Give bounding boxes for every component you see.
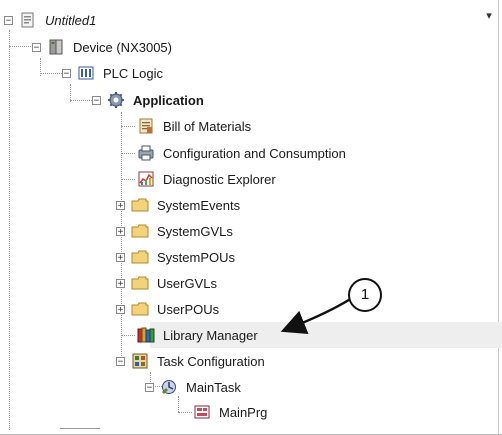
tree-label: UserGVLs	[157, 275, 217, 291]
tree-node-diagnostic[interactable]: Diagnostic Explorer	[137, 167, 276, 191]
collapse-toggle[interactable]: −	[92, 95, 101, 105]
expand-toggle[interactable]: +	[116, 226, 125, 236]
printer-icon	[137, 144, 155, 162]
folder-icon	[131, 274, 149, 292]
tree-node-bill-of-materials[interactable]: Bill of Materials	[137, 114, 251, 138]
tree-node-task-configuration[interactable]: − Task Configuration	[116, 349, 265, 373]
tree-node-system-gvls[interactable]: + SystemGVLs	[116, 219, 233, 243]
tree-label: Task Configuration	[157, 353, 265, 369]
collapse-toggle[interactable]: −	[4, 15, 13, 25]
tree-label: PLC Logic	[103, 65, 163, 81]
tree-label: Configuration and Consumption	[163, 145, 346, 161]
tree-node-configuration[interactable]: Configuration and Consumption	[137, 141, 346, 165]
project-icon	[19, 11, 37, 29]
tree-node-main-task[interactable]: − MainTask	[145, 375, 241, 399]
collapse-toggle[interactable]: −	[32, 42, 41, 52]
expand-toggle[interactable]: +	[116, 278, 125, 288]
plc-logic-icon	[77, 64, 95, 82]
tree-node-application[interactable]: − Application	[92, 88, 204, 112]
tree-label: Device (NX3005)	[73, 39, 172, 55]
tree-connector	[178, 412, 192, 413]
expand-toggle[interactable]: +	[116, 200, 125, 210]
tree-label: MainTask	[186, 379, 241, 395]
tree-connector	[121, 153, 135, 154]
tree-node-main-prg[interactable]: MainPrg	[193, 400, 267, 424]
tree-label: Bill of Materials	[163, 118, 252, 134]
tree-connector	[121, 335, 135, 336]
tree-label: MainPrg	[219, 404, 268, 420]
collapse-toggle[interactable]: −	[145, 382, 154, 392]
tree-node-system-events[interactable]: + SystemEvents	[116, 193, 240, 217]
tree-label: SystemPOUs	[157, 249, 236, 265]
expand-toggle[interactable]: +	[116, 304, 125, 314]
tree-connector	[121, 126, 135, 127]
tree-label: Untitled1	[45, 12, 97, 28]
tree-label: SystemEvents	[157, 197, 241, 213]
tree-label: Library Manager	[163, 327, 258, 343]
collapse-toggle[interactable]: −	[62, 68, 71, 78]
tree-node-plc-logic[interactable]: − PLC Logic	[62, 61, 163, 85]
folder-icon	[131, 300, 149, 318]
document-icon	[137, 117, 155, 135]
task-config-icon	[131, 352, 149, 370]
tree-node-user-pous[interactable]: + UserPOUs	[116, 297, 219, 321]
folder-icon	[131, 222, 149, 240]
tree-label: SystemGVLs	[157, 223, 233, 239]
tree-node-device[interactable]: − Device (NX3005)	[32, 35, 172, 59]
device-icon	[47, 38, 65, 56]
device-tree-panel: ▾ − Untitled1 − Device (NX3005) − PLC Lo…	[0, 0, 502, 435]
tree-connector	[40, 73, 62, 74]
tree-node-library-manager[interactable]: Library Manager	[137, 323, 258, 347]
tree-connector	[121, 179, 135, 180]
panel-border	[498, 0, 499, 434]
tree-node-user-gvls[interactable]: + UserGVLs	[116, 271, 217, 295]
collapse-toggle[interactable]: −	[116, 356, 125, 366]
tree-node-root[interactable]: − Untitled1	[4, 8, 96, 32]
panel-dropdown-button[interactable]: ▾	[480, 8, 498, 24]
tree-connector	[9, 30, 10, 430]
expand-toggle[interactable]: +	[116, 252, 125, 262]
tree-connector	[9, 46, 31, 47]
tree-label: Diagnostic Explorer	[163, 171, 276, 187]
library-books-icon	[137, 326, 155, 344]
tree-label: UserPOUs	[157, 301, 220, 317]
task-icon	[160, 378, 178, 396]
tree-label: Application	[133, 92, 204, 108]
program-icon	[193, 403, 211, 421]
callout-number-badge: 1	[348, 278, 382, 312]
chart-icon	[137, 170, 155, 188]
tree-node-system-pous[interactable]: + SystemPOUs	[116, 245, 235, 269]
folder-icon	[131, 196, 149, 214]
folder-icon	[131, 248, 149, 266]
tree-connector	[70, 100, 92, 101]
application-gear-icon	[107, 91, 125, 109]
